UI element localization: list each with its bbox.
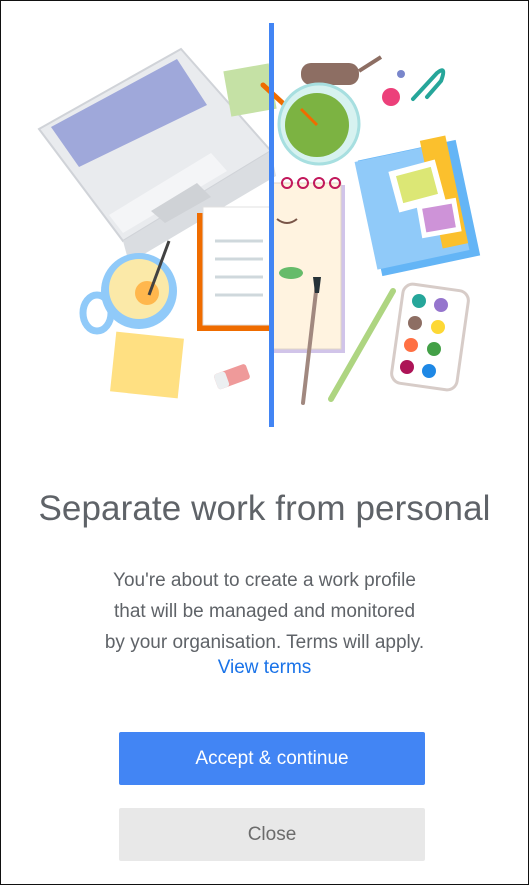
sketchbook-icon <box>272 177 345 353</box>
sticky-note-yellow <box>110 331 184 399</box>
button-icon <box>382 88 400 106</box>
close-button[interactable]: Close <box>119 808 425 861</box>
accept-continue-button[interactable]: Accept & continue <box>119 732 425 785</box>
description-line: by your organisation. Terms will apply. <box>104 632 425 653</box>
view-terms-link[interactable]: View terms <box>1 657 528 679</box>
work-personal-illustration <box>37 23 481 427</box>
coffee-mug-icon <box>79 240 177 335</box>
work-profile-setup-screen: Separate work from personal You're about… <box>0 0 529 885</box>
description-line: that will be managed and monitored <box>113 601 416 622</box>
page-title: Separate work from personal <box>38 489 491 528</box>
paint-palette-icon <box>390 282 470 392</box>
description-text: You're about to create a work profile th… <box>61 565 468 658</box>
description-line: You're about to create a work profile <box>113 570 416 591</box>
paper-clip-icon <box>411 68 446 101</box>
work-personal-divider <box>269 23 274 427</box>
eraser-icon <box>214 364 250 390</box>
sunglasses-icon <box>301 55 383 85</box>
open-book-icon <box>197 206 276 331</box>
notebook-icon <box>354 135 481 277</box>
